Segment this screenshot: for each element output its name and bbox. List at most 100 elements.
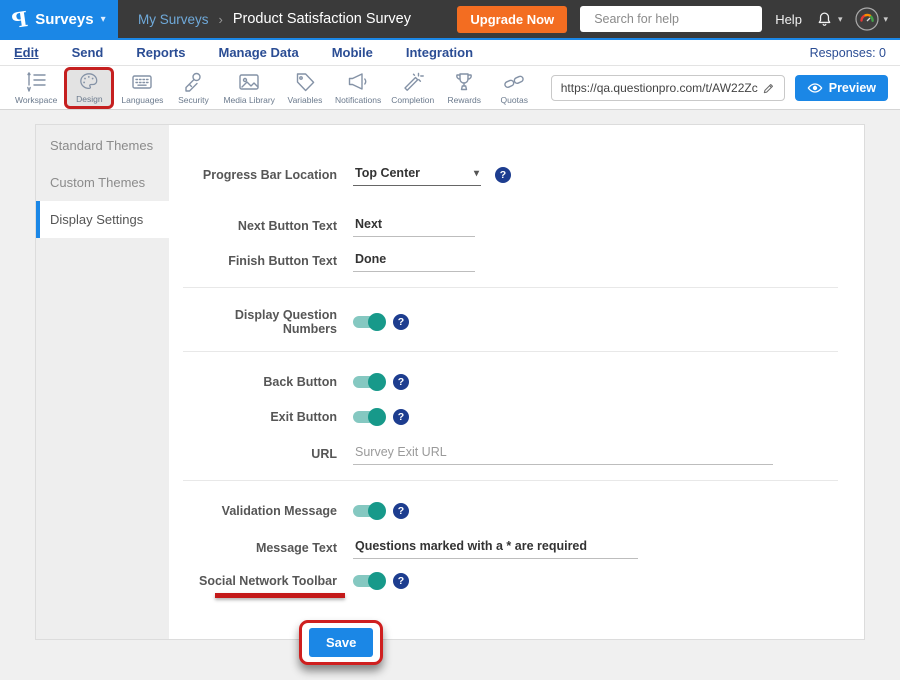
trophy-icon bbox=[451, 71, 477, 93]
upgrade-now-button[interactable]: Upgrade Now bbox=[457, 6, 567, 33]
toggle-knob bbox=[368, 313, 386, 331]
help-icon[interactable]: ? bbox=[393, 409, 409, 425]
design-settings-card: Standard Themes Custom Themes Display Se… bbox=[35, 124, 865, 640]
toolbar-item-workspace[interactable]: Workspace bbox=[10, 67, 62, 109]
chevron-down-icon: ▾ bbox=[838, 14, 843, 25]
display-question-numbers-label: Display Question Numbers bbox=[187, 308, 337, 336]
finish-button-text-input[interactable] bbox=[353, 249, 475, 272]
account-menu[interactable]: ▾ bbox=[855, 7, 888, 31]
help-search-input[interactable] bbox=[594, 12, 755, 26]
validation-message-row: Validation Message ? bbox=[187, 501, 838, 521]
next-button-text-input[interactable] bbox=[353, 214, 475, 237]
nav-integration[interactable]: Integration bbox=[406, 43, 473, 62]
social-network-toolbar-label: Social Network Toolbar bbox=[187, 574, 337, 598]
message-text-input[interactable] bbox=[353, 536, 638, 559]
chain-icon bbox=[501, 71, 527, 93]
progress-bar-location-select[interactable]: Top Center ▾ bbox=[353, 163, 481, 186]
toolbar-item-security[interactable]: Security bbox=[168, 67, 218, 109]
finish-button-text-label: Finish Button Text bbox=[187, 254, 337, 268]
progress-bar-location-value: Top Center bbox=[355, 166, 420, 180]
toggle-knob bbox=[368, 373, 386, 391]
top-bar: P Surveys ▾ My Surveys › Product Satisfa… bbox=[0, 0, 900, 40]
nav-mobile[interactable]: Mobile bbox=[332, 43, 373, 62]
help-search-box[interactable] bbox=[580, 6, 762, 32]
design-palette-icon bbox=[76, 72, 102, 92]
exit-button-toggle[interactable] bbox=[353, 411, 383, 423]
nav-edit[interactable]: Edit bbox=[14, 43, 39, 62]
chevron-down-icon: ▾ bbox=[883, 14, 888, 25]
eye-icon bbox=[807, 82, 823, 94]
toolbar-item-quotas[interactable]: Quotas bbox=[489, 67, 539, 109]
breadcrumb: My Surveys › Product Satisfaction Survey bbox=[118, 11, 411, 27]
toolbar-item-label: Notifications bbox=[335, 95, 381, 105]
nav-manage-data[interactable]: Manage Data bbox=[218, 43, 298, 62]
keyboard-icon bbox=[129, 71, 155, 93]
image-icon bbox=[236, 71, 262, 93]
toolbar-item-label: Languages bbox=[121, 95, 163, 105]
toolbar-item-design[interactable]: Design bbox=[64, 67, 114, 109]
nav-send[interactable]: Send bbox=[72, 43, 104, 62]
toolbar-item-notifications[interactable]: Notifications bbox=[330, 67, 386, 109]
display-question-numbers-toggle[interactable] bbox=[353, 316, 383, 328]
save-area: Save bbox=[187, 620, 838, 665]
toolbar-item-label: Completion bbox=[391, 95, 434, 105]
toolbar-item-media-library[interactable]: Media Library bbox=[218, 67, 280, 109]
toolbar-item-variables[interactable]: Variables bbox=[280, 67, 330, 109]
help-icon[interactable]: ? bbox=[393, 374, 409, 390]
message-text-label: Message Text bbox=[187, 541, 337, 555]
divider bbox=[183, 480, 838, 481]
help-icon[interactable]: ? bbox=[393, 503, 409, 519]
exit-button-label: Exit Button bbox=[187, 410, 337, 424]
help-icon[interactable]: ? bbox=[495, 167, 511, 183]
progress-bar-location-label: Progress Bar Location bbox=[187, 168, 337, 182]
toolbar-item-label: Workspace bbox=[15, 95, 57, 105]
toggle-knob bbox=[368, 502, 386, 520]
topbar-actions: Upgrade Now Help ▾ ▾ bbox=[457, 6, 900, 33]
edit-url-button[interactable] bbox=[758, 79, 780, 97]
product-switcher[interactable]: P Surveys ▾ bbox=[0, 0, 118, 38]
exit-url-input[interactable] bbox=[353, 442, 773, 465]
workspace-icon bbox=[23, 71, 49, 93]
toolbar-item-rewards[interactable]: Rewards bbox=[439, 67, 489, 109]
avatar bbox=[855, 7, 879, 31]
sidebar-item-standard-themes[interactable]: Standard Themes bbox=[36, 127, 169, 164]
product-name: Surveys bbox=[35, 11, 93, 28]
back-button-toggle[interactable] bbox=[353, 376, 383, 388]
finish-button-text-row: Finish Button Text bbox=[187, 249, 838, 272]
wand-icon bbox=[400, 71, 426, 93]
notifications-menu[interactable]: ▾ bbox=[815, 10, 843, 29]
help-link[interactable]: Help bbox=[775, 12, 802, 27]
social-network-toolbar-toggle[interactable] bbox=[353, 575, 383, 587]
help-icon[interactable]: ? bbox=[393, 314, 409, 330]
sidebar-item-display-settings[interactable]: Display Settings bbox=[36, 201, 169, 238]
save-button[interactable]: Save bbox=[309, 628, 373, 657]
help-icon[interactable]: ? bbox=[393, 573, 409, 589]
toolbar-item-completion[interactable]: Completion bbox=[386, 67, 439, 109]
responses-count[interactable]: Responses: 0 bbox=[810, 46, 886, 60]
preview-button[interactable]: Preview bbox=[795, 75, 888, 101]
message-text-row: Message Text bbox=[187, 536, 838, 559]
chevron-down-icon: ▾ bbox=[101, 14, 106, 25]
survey-url-field[interactable]: https://qa.questionpro.com/t/AW22Zcq2J bbox=[551, 75, 785, 101]
validation-message-toggle[interactable] bbox=[353, 505, 383, 517]
back-button-row: Back Button ? bbox=[187, 372, 838, 392]
megaphone-icon bbox=[345, 71, 371, 93]
toolbar-item-languages[interactable]: Languages bbox=[116, 67, 168, 109]
page-title: Product Satisfaction Survey bbox=[233, 11, 411, 27]
exit-button-row: Exit Button ? bbox=[187, 407, 838, 427]
divider bbox=[183, 287, 838, 288]
nav-reports[interactable]: Reports bbox=[136, 43, 185, 62]
validation-message-label: Validation Message bbox=[187, 504, 337, 518]
toggle-knob bbox=[368, 408, 386, 426]
chevron-down-icon: ▾ bbox=[474, 168, 479, 179]
progress-bar-location-row: Progress Bar Location Top Center ▾ ? bbox=[187, 163, 838, 186]
survey-nav: Edit Send Reports Manage Data Mobile Int… bbox=[0, 40, 900, 66]
toggle-knob bbox=[368, 572, 386, 590]
exit-url-label: URL bbox=[187, 447, 337, 461]
sidebar-item-custom-themes[interactable]: Custom Themes bbox=[36, 164, 169, 201]
divider bbox=[183, 351, 838, 352]
breadcrumb-my-surveys[interactable]: My Surveys bbox=[138, 12, 209, 27]
exit-url-row: URL bbox=[187, 442, 838, 465]
preview-label: Preview bbox=[829, 81, 876, 95]
display-question-numbers-row: Display Question Numbers ? bbox=[187, 308, 838, 336]
